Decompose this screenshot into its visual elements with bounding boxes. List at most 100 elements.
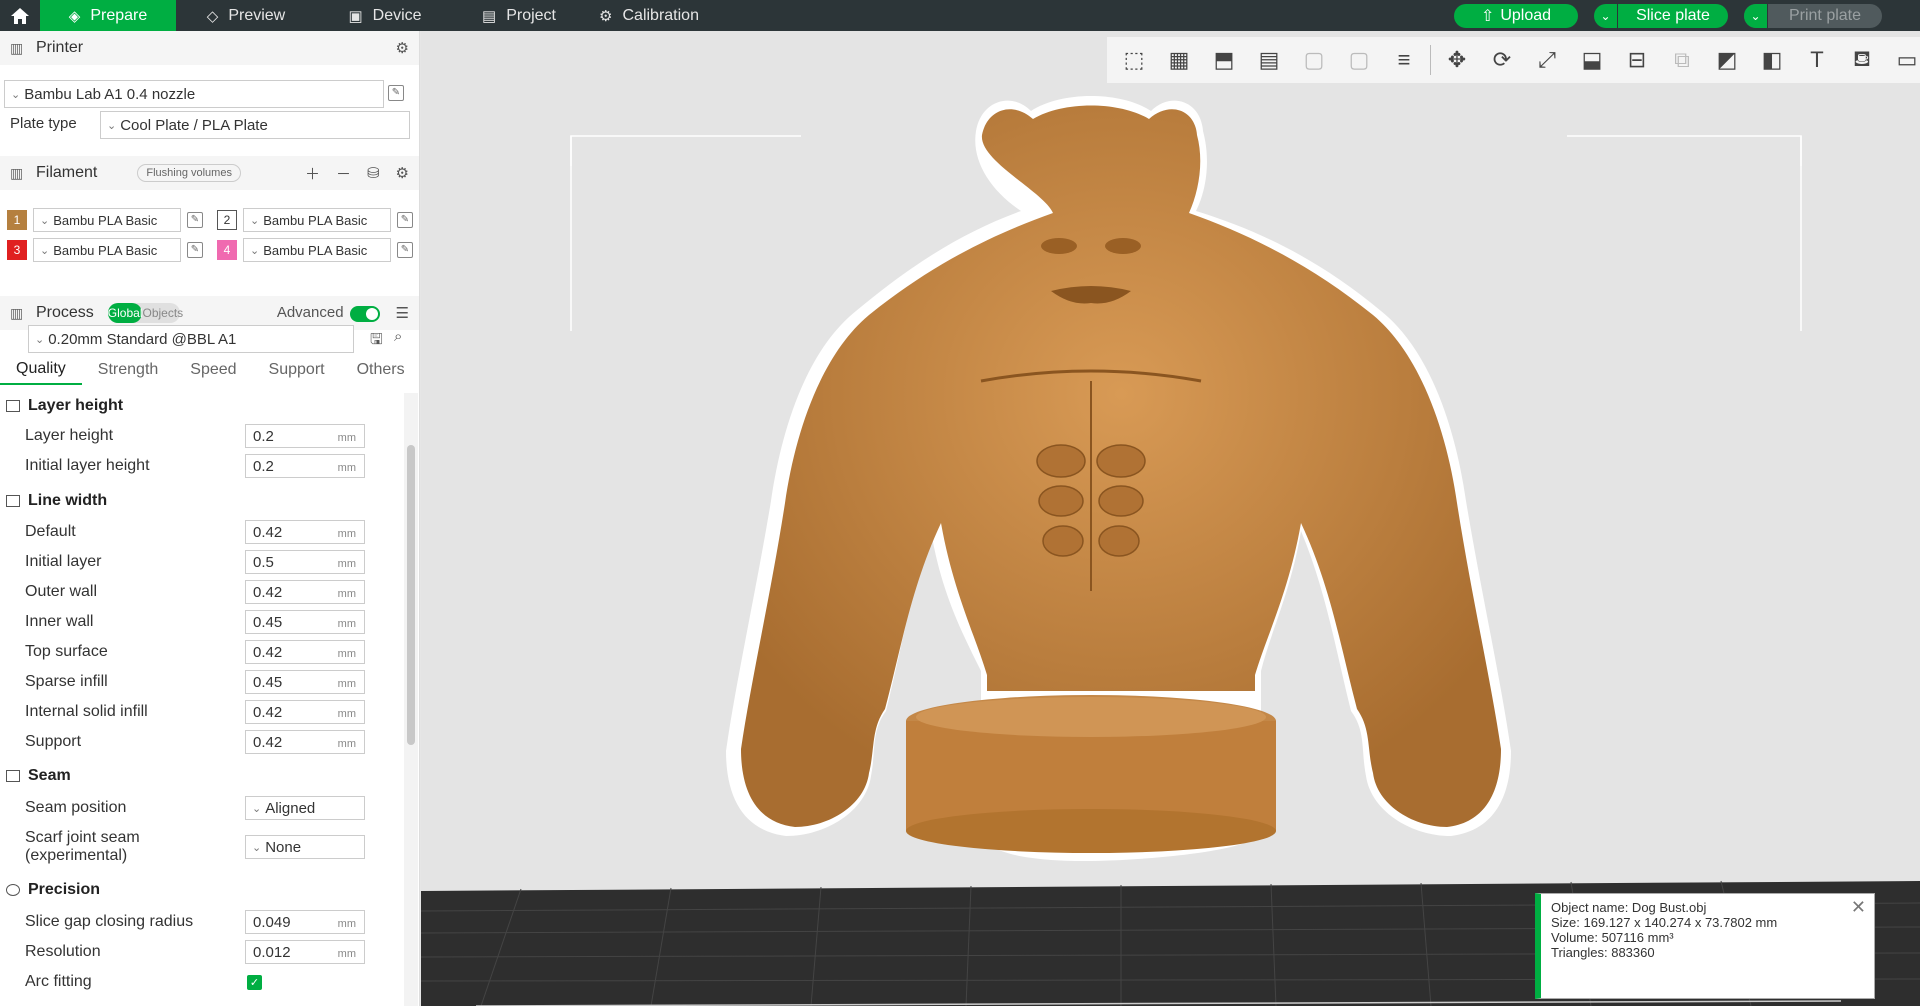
lw-top-input[interactable]: 0.42 mm [245,640,365,664]
search-icon[interactable]: ⌕ [394,328,402,345]
lw-support-input[interactable]: 0.42 mm [245,730,365,754]
setting-arc-fitting: Arc fitting ✓ [0,969,396,995]
tab-support[interactable]: Support [253,355,341,385]
top-bar: ◈ Prepare ◇ Preview ▣ Device ▤ Project ⚙ Cali… [0,0,1920,31]
chevron-down-icon: ⌄ [107,119,117,132]
flushing-volumes-button[interactable]: Flushing volumes [137,164,241,182]
lw-default-input[interactable]: 0.42 mm [245,520,365,544]
filament-select[interactable]: ⌄ Bambu PLA Basic [33,208,181,232]
chevron-down-icon[interactable]: ⌄ [1744,4,1768,28]
save-icon[interactable]: 🖫 [370,329,383,354]
tab-project[interactable]: ▤ Project [454,0,584,31]
edit-icon[interactable]: ✎ [397,212,413,228]
process-icon: ▥ [10,304,24,321]
layers-icon: ◇ [206,7,219,25]
3d-viewport[interactable]: ⬚ ▦ ⬒ ▤ ▢ ▢ ≡ ✥ ⟳ ⤢ ⬓ ⊟ ⧉ ◩ ◧ T ⛾ ▭ ◿ ⧈ [421,31,1920,1006]
lw-outer-input[interactable]: 0.42 mm [245,580,365,604]
plate-type-label: Plate type [10,115,77,132]
setting-seam-position: Seam position ⌄ Aligned [0,795,396,821]
filament-color-swatch[interactable]: 2 [217,210,237,230]
remove-icon[interactable]: － [336,163,351,184]
tab-device[interactable]: ▣ Device [316,0,454,31]
process-preset-select[interactable]: ⌄ 0.20mm Standard @BBL A1 [28,325,354,353]
lw-sparse-input[interactable]: 0.45 mm [245,670,365,694]
object-volume-text: Volume: 507116 mm³ [1551,930,1674,945]
plate-type-select[interactable]: ⌄ Cool Plate / PLA Plate [100,111,410,139]
tab-strength[interactable]: Strength [82,355,174,385]
lw-initial-input[interactable]: 0.5 mm [245,550,365,574]
sync-icon[interactable]: ⛁ [367,164,380,182]
left-panel: ▥ Printer ⚙ ⌄ Bambu Lab A1 0.4 nozzle ✎ … [0,31,420,1006]
device-icon: ▣ [348,7,363,25]
scrollbar-thumb[interactable] [407,445,415,745]
group-line-width: Line width [0,488,396,514]
tab-speed[interactable]: Speed [174,355,252,385]
filament-select[interactable]: ⌄ Bambu PLA Basic [33,238,181,262]
toggle-objects[interactable]: Objects [142,303,183,323]
gear-icon[interactable]: ⚙ [396,39,409,57]
compare-icon[interactable]: ☰ [396,304,409,322]
slice-plate-button[interactable]: ⌄ Slice plate [1594,4,1728,28]
layer-height-input[interactable]: 0.2 mm [245,424,365,448]
lw-inner-input[interactable]: 0.45 mm [245,610,365,634]
chevron-down-icon[interactable]: ⌄ [1594,4,1618,28]
filament-color-swatch[interactable]: 3 [7,240,27,260]
setting-layer-height: Layer height 0.2 mm [0,423,396,449]
resolution-input[interactable]: 0.012 mm [245,940,365,964]
setting-lw-initial: Initial layer 0.5 mm [0,549,396,575]
cube-icon: ◈ [68,7,81,25]
edit-icon[interactable]: ✎ [187,242,203,258]
object-size-text: Size: 169.127 x 140.274 x 73.7802 mm [1551,915,1778,930]
object-triangles-text: Triangles: 883360 [1551,945,1655,960]
seam-icon [6,770,20,782]
edit-icon[interactable]: ✎ [388,85,404,101]
seam-position-select[interactable]: ⌄ Aligned [245,796,365,820]
line-width-icon [6,495,20,507]
home-icon[interactable] [0,0,40,31]
close-icon[interactable]: ✕ [1851,898,1866,916]
upload-button[interactable]: ⇧ Upload [1454,4,1578,28]
tab-calibration[interactable]: ⚙ Calibration [584,0,714,31]
advanced-label: Advanced [277,304,380,322]
dog-bust-model[interactable] [421,31,1920,1006]
tab-quality[interactable]: Quality [0,355,82,385]
lw-internal-input[interactable]: 0.42 mm [245,700,365,724]
setting-lw-default: Default 0.42 mm [0,519,396,545]
setting-lw-sparse: Sparse infill 0.45 mm [0,669,396,695]
calibration-icon: ⚙ [599,7,613,25]
print-plate-button[interactable]: ⌄ Print plate [1744,4,1882,28]
tab-others[interactable]: Others [341,355,421,385]
bed-axis [425,901,545,905]
arc-fitting-checkbox[interactable]: ✓ [247,974,262,990]
setting-lw-support: Support 0.42 mm [0,729,396,755]
setting-lw-inner: Inner wall 0.45 mm [0,609,396,635]
printer-select[interactable]: ⌄ Bambu Lab A1 0.4 nozzle [4,80,384,108]
printer-section-header: ▥ Printer ⚙ [0,31,419,65]
edit-icon[interactable]: ✎ [187,212,203,228]
process-tabs: Quality Strength Speed Support Others [0,355,410,385]
project-icon: ▤ [482,7,497,25]
advanced-switch[interactable] [349,305,380,322]
chevron-down-icon: ⌄ [252,841,262,854]
global-objects-toggle[interactable]: Global Objects [107,303,183,323]
filament-select[interactable]: ⌄ Bambu PLA Basic [243,238,391,262]
slice-gap-input[interactable]: 0.049 mm [245,910,365,934]
scarf-joint-select[interactable]: ⌄ None [245,835,365,859]
object-info-panel: Object name: Dog Bust.obj Size: 169.127 … [1535,893,1875,999]
object-name-text: Object name: Dog Bust.obj [1551,900,1707,915]
precision-icon [6,884,20,896]
gear-icon[interactable]: ⚙ [396,164,409,182]
add-icon[interactable]: ＋ [305,163,320,184]
filament-color-swatch[interactable]: 4 [217,240,237,260]
filament-color-swatch[interactable]: 1 [7,210,27,230]
toggle-global[interactable]: Global [107,303,143,323]
setting-scarf-joint-seam: Scarf joint seam (experimental) ⌄ None [0,829,396,865]
edit-icon[interactable]: ✎ [397,242,413,258]
tab-prepare[interactable]: ◈ Prepare [40,0,176,31]
settings-scrollbar[interactable] [404,393,418,1006]
filament-select[interactable]: ⌄ Bambu PLA Basic [243,208,391,232]
settings-list: Layer height Layer height 0.2 mm Initial … [0,393,404,1006]
initial-layer-height-input[interactable]: 0.2 mm [245,454,365,478]
setting-resolution: Resolution 0.012 mm [0,939,396,965]
tab-preview[interactable]: ◇ Preview [176,0,316,31]
